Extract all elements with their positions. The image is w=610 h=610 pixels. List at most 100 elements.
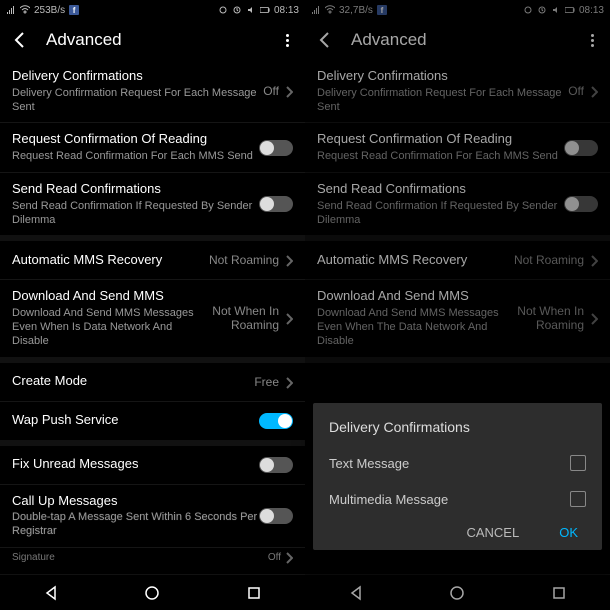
nav-back-button[interactable] (345, 582, 367, 604)
battery-icon (565, 5, 575, 15)
row-subtitle: Double-tap A Message Sent Within 6 Secon… (12, 511, 259, 539)
row-value: Not When In Roaming (504, 304, 584, 332)
chevron-right-icon (590, 254, 598, 266)
delivery-confirmations-row[interactable]: Delivery Confirmations Delivery Confirma… (305, 60, 610, 122)
row-subtitle: Send Read Confirmation If Requested By S… (317, 200, 564, 228)
toggle-switch[interactable] (259, 413, 293, 429)
nfc-icon (218, 5, 228, 15)
nav-recent-button[interactable] (548, 582, 570, 604)
send-read-confirmations-row[interactable]: Send Read Confirmations Send Read Confir… (0, 173, 305, 235)
automatic-mms-recovery-row[interactable]: Automatic MMS Recovery Not Roaming (305, 241, 610, 279)
app-header: Advanced (305, 20, 610, 60)
send-read-confirmations-row[interactable]: Send Read Confirmations Send Read Confir… (305, 173, 610, 235)
row-title: Send Read Confirmations (12, 181, 259, 198)
row-title: Request Confirmation Of Reading (317, 131, 564, 148)
battery-icon (260, 5, 270, 15)
back-button[interactable] (10, 30, 30, 50)
nav-recent-button[interactable] (243, 582, 265, 604)
alarm-icon (537, 5, 547, 15)
signature-row[interactable]: Signature Off (0, 548, 305, 568)
row-value: Not Roaming (209, 253, 279, 267)
system-nav-bar (0, 574, 305, 610)
row-title: Send Read Confirmations (317, 181, 564, 198)
request-read-confirmation-row[interactable]: Request Confirmation Of Reading Request … (305, 123, 610, 172)
status-bar: 253B/s f 08:13 (0, 0, 305, 20)
checkbox[interactable] (570, 455, 586, 471)
overflow-menu-button[interactable] (279, 30, 295, 50)
row-title: Delivery Confirmations (317, 68, 568, 85)
row-title: Request Confirmation Of Reading (12, 131, 259, 148)
page-title: Advanced (351, 30, 568, 50)
sound-icon (246, 5, 256, 15)
phone-right: 32,7B/s f 08:13 Advanced Delivery Confir… (305, 0, 610, 610)
clock-text: 08:13 (274, 5, 299, 16)
request-read-confirmation-row[interactable]: Request Confirmation Of Reading Request … (0, 123, 305, 172)
toggle-switch[interactable] (564, 140, 598, 156)
dialog-option-text-message[interactable]: Text Message (313, 445, 602, 481)
row-subtitle: Delivery Confirmation Request For Each M… (12, 87, 263, 115)
wifi-icon (20, 5, 30, 15)
nav-home-button[interactable] (446, 582, 468, 604)
dialog-option-label: Multimedia Message (329, 492, 448, 507)
dialog-option-multimedia-message[interactable]: Multimedia Message (313, 481, 602, 517)
row-title: Call Up Messages (12, 493, 259, 510)
dialog-title: Delivery Confirmations (313, 415, 602, 445)
automatic-mms-recovery-row[interactable]: Automatic MMS Recovery Not Roaming (0, 241, 305, 279)
row-value: Not When In Roaming (199, 304, 279, 332)
chevron-right-icon (590, 312, 598, 324)
wifi-icon (325, 5, 335, 15)
nfc-icon (523, 5, 533, 15)
row-title: Wap Push Service (12, 412, 259, 429)
signature-value: Off (268, 552, 281, 563)
signal-icon (311, 5, 321, 15)
create-mode-row[interactable]: Create Mode Free (0, 363, 305, 401)
facebook-icon: f (69, 5, 79, 15)
call-up-messages-row[interactable]: Call Up Messages Double-tap A Message Se… (0, 485, 305, 547)
delivery-confirmations-row[interactable]: Delivery Confirmations Delivery Confirma… (0, 60, 305, 122)
delivery-confirmations-dialog: Delivery Confirmations Text Message Mult… (313, 403, 602, 550)
nav-back-button[interactable] (40, 582, 62, 604)
settings-list: Delivery Confirmations Delivery Confirma… (0, 60, 305, 574)
system-nav-bar (305, 574, 610, 610)
row-title: Automatic MMS Recovery (12, 252, 209, 269)
row-subtitle: Send Read Confirmation If Requested By S… (12, 200, 259, 228)
row-subtitle: Request Read Confirmation For Each MMS S… (12, 150, 259, 164)
clock-text: 08:13 (579, 5, 604, 16)
row-title: Delivery Confirmations (12, 68, 263, 85)
app-header: Advanced (0, 20, 305, 60)
chevron-right-icon (285, 376, 293, 388)
download-send-mms-row[interactable]: Download And Send MMS Download And Send … (305, 280, 610, 356)
toggle-switch[interactable] (259, 457, 293, 473)
row-subtitle: Download And Send MMS Messages Even When… (317, 307, 504, 348)
dialog-ok-button[interactable]: OK (559, 525, 578, 540)
toggle-switch[interactable] (259, 140, 293, 156)
toggle-switch[interactable] (259, 508, 293, 524)
row-title: Automatic MMS Recovery (317, 252, 514, 269)
dialog-cancel-button[interactable]: CANCEL (466, 525, 519, 540)
signature-label: Signature (12, 552, 55, 563)
row-value: Not Roaming (514, 253, 584, 267)
alarm-icon (232, 5, 242, 15)
toggle-switch[interactable] (259, 196, 293, 212)
chevron-right-icon (285, 552, 293, 564)
toggle-switch[interactable] (564, 196, 598, 212)
download-send-mms-row[interactable]: Download And Send MMS Download And Send … (0, 280, 305, 356)
row-subtitle: Request Read Confirmation For Each MMS S… (317, 150, 564, 164)
checkbox[interactable] (570, 491, 586, 507)
row-subtitle: Delivery Confirmation Request For Each M… (317, 87, 568, 115)
net-speed: 253B/s (34, 5, 65, 16)
page-title: Advanced (46, 30, 263, 50)
overflow-menu-button[interactable] (584, 30, 600, 50)
chevron-right-icon (590, 85, 598, 97)
dialog-option-label: Text Message (329, 456, 409, 471)
row-title: Download And Send MMS (12, 288, 199, 305)
back-button[interactable] (315, 30, 335, 50)
phone-left: 253B/s f 08:13 Advanced Delivery Confirm… (0, 0, 305, 610)
nav-home-button[interactable] (141, 582, 163, 604)
fix-unread-messages-row[interactable]: Fix Unread Messages (0, 446, 305, 484)
row-subtitle: Download And Send MMS Messages Even When… (12, 307, 199, 348)
signal-icon (6, 5, 16, 15)
row-title: Create Mode (12, 373, 254, 390)
wap-push-service-row[interactable]: Wap Push Service (0, 402, 305, 440)
chevron-right-icon (285, 312, 293, 324)
